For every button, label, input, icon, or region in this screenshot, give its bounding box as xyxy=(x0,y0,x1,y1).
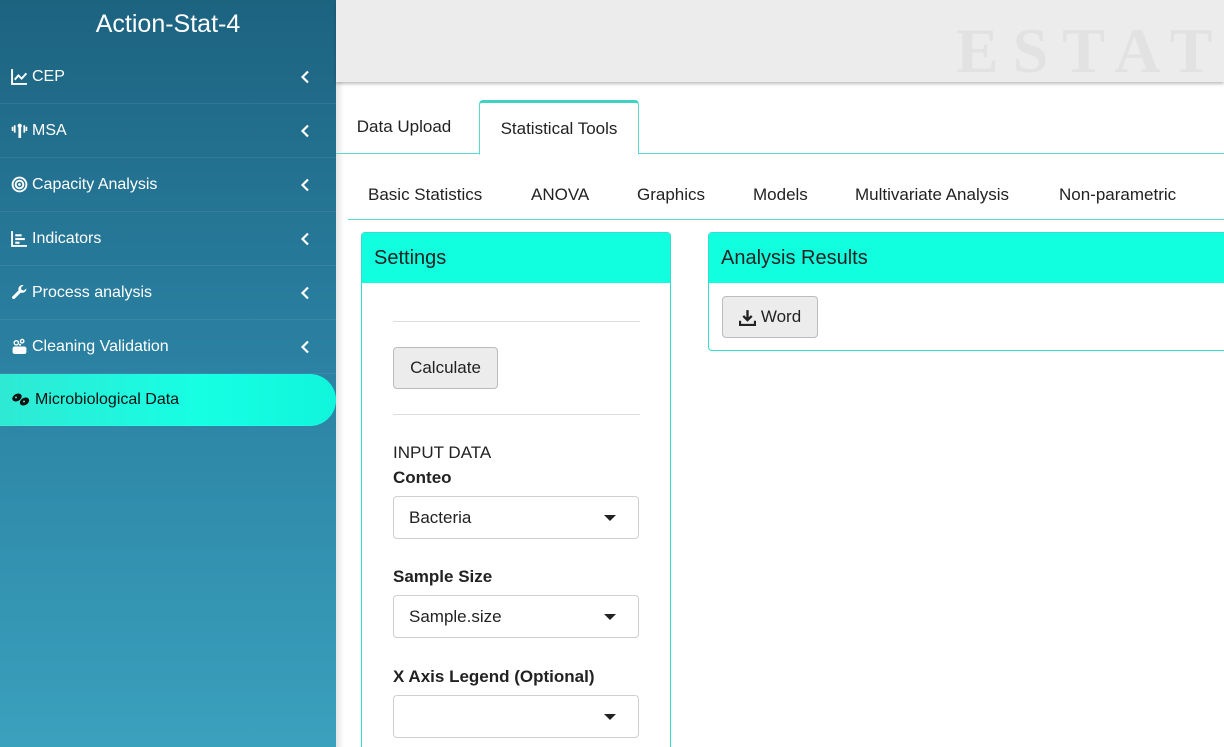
sidebar-item-microbiological-data[interactable]: Microbiological Data xyxy=(0,374,336,426)
chevron-left-icon xyxy=(300,178,309,191)
sidebar-menu: CEP MSA Capacity Analysis Indicators Pro… xyxy=(0,50,336,426)
chevron-left-icon xyxy=(300,124,309,137)
sidebar-shadow xyxy=(336,82,344,747)
caret-down-icon xyxy=(604,614,616,620)
bacteria-icon xyxy=(11,391,31,408)
download-word-label: Word xyxy=(760,307,802,326)
chevron-left-icon xyxy=(300,70,309,83)
x-axis-legend-label: X Axis Legend (Optional) xyxy=(393,667,595,686)
wrench-icon xyxy=(11,284,28,301)
header-watermark: ESTAT xyxy=(956,15,1224,82)
line-chart-icon xyxy=(11,68,28,85)
sidebar-item-label: CEP xyxy=(32,67,65,85)
caret-down-icon xyxy=(604,515,616,521)
chevron-left-icon xyxy=(300,286,309,299)
sample-size-select[interactable]: Sample.size xyxy=(393,595,639,638)
tab-graphics[interactable]: Graphics xyxy=(637,170,705,220)
signal-tower-icon xyxy=(11,122,28,139)
sub-tabs: Basic Statistics ANOVA Graphics Models M… xyxy=(348,170,1224,220)
tab-models[interactable]: Models xyxy=(753,170,808,220)
settings-panel: Settings Calculate INPUT DATA Conteo Bac… xyxy=(361,232,671,747)
sidebar-item-cep[interactable]: CEP xyxy=(0,50,336,104)
divider xyxy=(393,414,640,415)
chevron-left-icon xyxy=(300,232,309,245)
top-header: ESTAT xyxy=(336,0,1224,82)
conteo-label: Conteo xyxy=(393,468,452,487)
chevron-left-icon xyxy=(300,340,309,353)
sidebar-item-label: Process analysis xyxy=(32,283,153,301)
app-title: Action-Stat-4 xyxy=(95,9,241,38)
conteo-select-value: Bacteria xyxy=(409,507,472,527)
analysis-results-panel: Analysis Results Word xyxy=(708,232,1224,351)
sidebar-item-label: Microbiological Data xyxy=(35,390,180,408)
conteo-select[interactable]: Bacteria xyxy=(393,496,639,539)
sidebar-item-label: Indicators xyxy=(32,229,102,247)
soap-icon xyxy=(11,338,28,355)
tab-statistical-tools[interactable]: Statistical Tools xyxy=(479,100,639,155)
tab-non-parametric[interactable]: Non-parametric xyxy=(1059,170,1176,220)
caret-down-icon xyxy=(604,714,616,720)
input-data-heading: INPUT DATA xyxy=(393,443,492,462)
sidebar-item-label: MSA xyxy=(32,121,67,139)
main-tabs: Data Upload Statistical Tools xyxy=(336,100,1224,155)
sidebar-item-process-analysis[interactable]: Process analysis xyxy=(0,266,336,320)
tab-anova[interactable]: ANOVA xyxy=(531,170,589,220)
sidebar-item-indicators[interactable]: Indicators xyxy=(0,212,336,266)
x-axis-legend-select[interactable] xyxy=(393,695,639,738)
analysis-results-title: Analysis Results xyxy=(709,233,1224,283)
sidebar-item-msa[interactable]: MSA xyxy=(0,104,336,158)
tab-multivariate-analysis[interactable]: Multivariate Analysis xyxy=(855,170,1009,220)
bullseye-icon xyxy=(11,176,28,193)
sidebar-item-label: Capacity Analysis xyxy=(32,175,158,193)
sidebar-item-cleaning-validation[interactable]: Cleaning Validation xyxy=(0,320,336,374)
bar-chart-icon xyxy=(11,230,28,247)
sample-size-select-value: Sample.size xyxy=(409,606,502,626)
settings-panel-title: Settings xyxy=(362,233,670,283)
download-icon xyxy=(738,309,756,326)
sample-size-label: Sample Size xyxy=(393,567,493,586)
tab-basic-statistics[interactable]: Basic Statistics xyxy=(368,170,482,220)
tab-data-upload[interactable]: Data Upload xyxy=(340,100,468,154)
calculate-button[interactable]: Calculate xyxy=(393,347,498,389)
sidebar: Action-Stat-4 CEP MSA Capacity Analysis xyxy=(0,0,336,747)
divider xyxy=(393,321,640,322)
download-word-button[interactable]: Word xyxy=(722,296,818,338)
sidebar-item-label: Cleaning Validation xyxy=(32,337,169,355)
sidebar-item-capacity-analysis[interactable]: Capacity Analysis xyxy=(0,158,336,212)
